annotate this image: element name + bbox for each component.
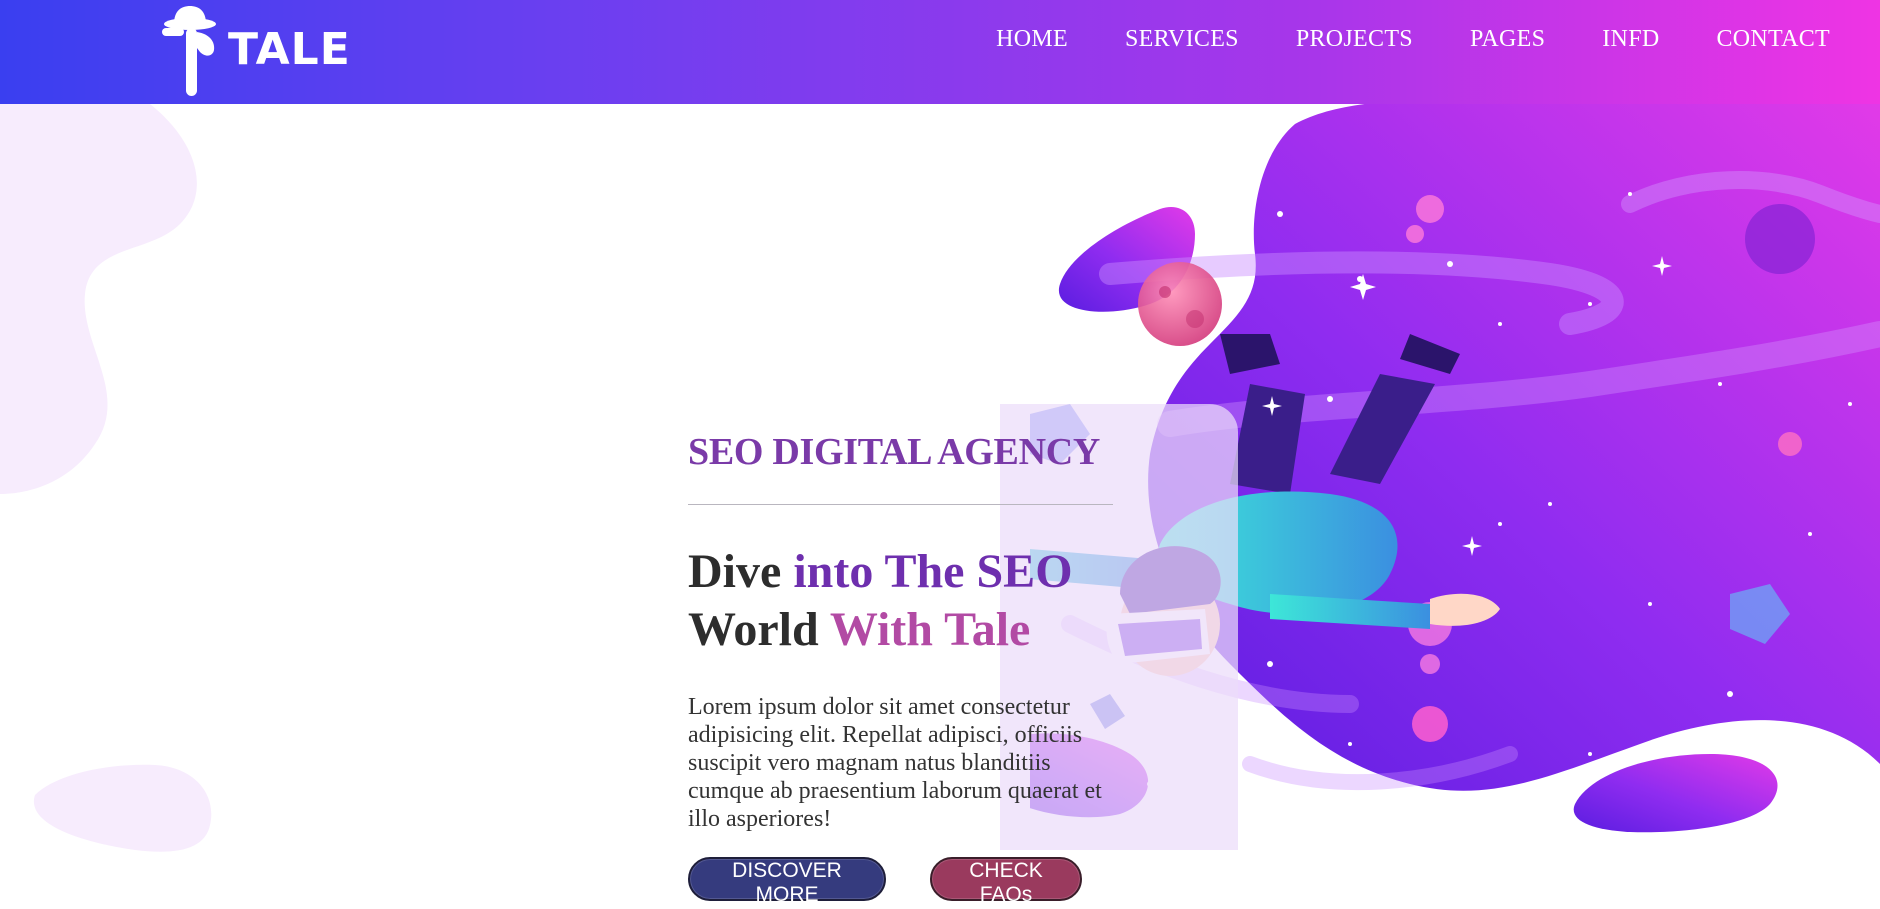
page: TALE HOME SERVICES PROJECTS PAGES INFD C… bbox=[0, 0, 1880, 909]
nav-pages[interactable]: PAGES bbox=[1470, 26, 1545, 52]
discover-more-button[interactable]: DISCOVER MORE bbox=[688, 856, 886, 906]
nav-home[interactable]: HOME bbox=[996, 26, 1068, 52]
decorative-blob-left bbox=[0, 104, 197, 494]
brand-logo[interactable]: TALE bbox=[160, 4, 350, 100]
headline-part-3: World bbox=[688, 602, 830, 656]
brand-name: TALE bbox=[228, 24, 351, 75]
top-navbar: TALE HOME SERVICES PROJECTS PAGES INFD C… bbox=[0, 0, 1880, 104]
headline-part-2: into The SEO bbox=[793, 544, 1073, 598]
headline-part-4: With Tale bbox=[829, 602, 1031, 656]
hero-headline: Dive into The SEO World With Tale bbox=[688, 543, 1118, 659]
hero-divider bbox=[688, 503, 1113, 505]
nav-infd[interactable]: INFD bbox=[1602, 26, 1659, 52]
hero-section: SEO DIGITAL AGENCY Dive into The SEO Wor… bbox=[688, 430, 1118, 906]
hat-figure-icon bbox=[162, 6, 216, 96]
hero-button-row: DISCOVER MORE CHECK FAQs bbox=[688, 856, 1118, 906]
nav-contact[interactable]: CONTACT bbox=[1716, 26, 1830, 52]
nav-services[interactable]: SERVICES bbox=[1125, 26, 1239, 52]
hero-eyebrow: SEO DIGITAL AGENCY bbox=[688, 431, 1101, 473]
hero-description: Lorem ipsum dolor sit amet consectetur a… bbox=[688, 693, 1102, 832]
headline-part-1: Dive bbox=[688, 544, 794, 598]
main-nav: HOME SERVICES PROJECTS PAGES INFD CONTAC… bbox=[939, 26, 1830, 53]
nav-projects[interactable]: PROJECTS bbox=[1296, 26, 1413, 52]
decorative-blob-bottom bbox=[33, 764, 212, 852]
check-faqs-button[interactable]: CHECK FAQs bbox=[930, 856, 1082, 906]
